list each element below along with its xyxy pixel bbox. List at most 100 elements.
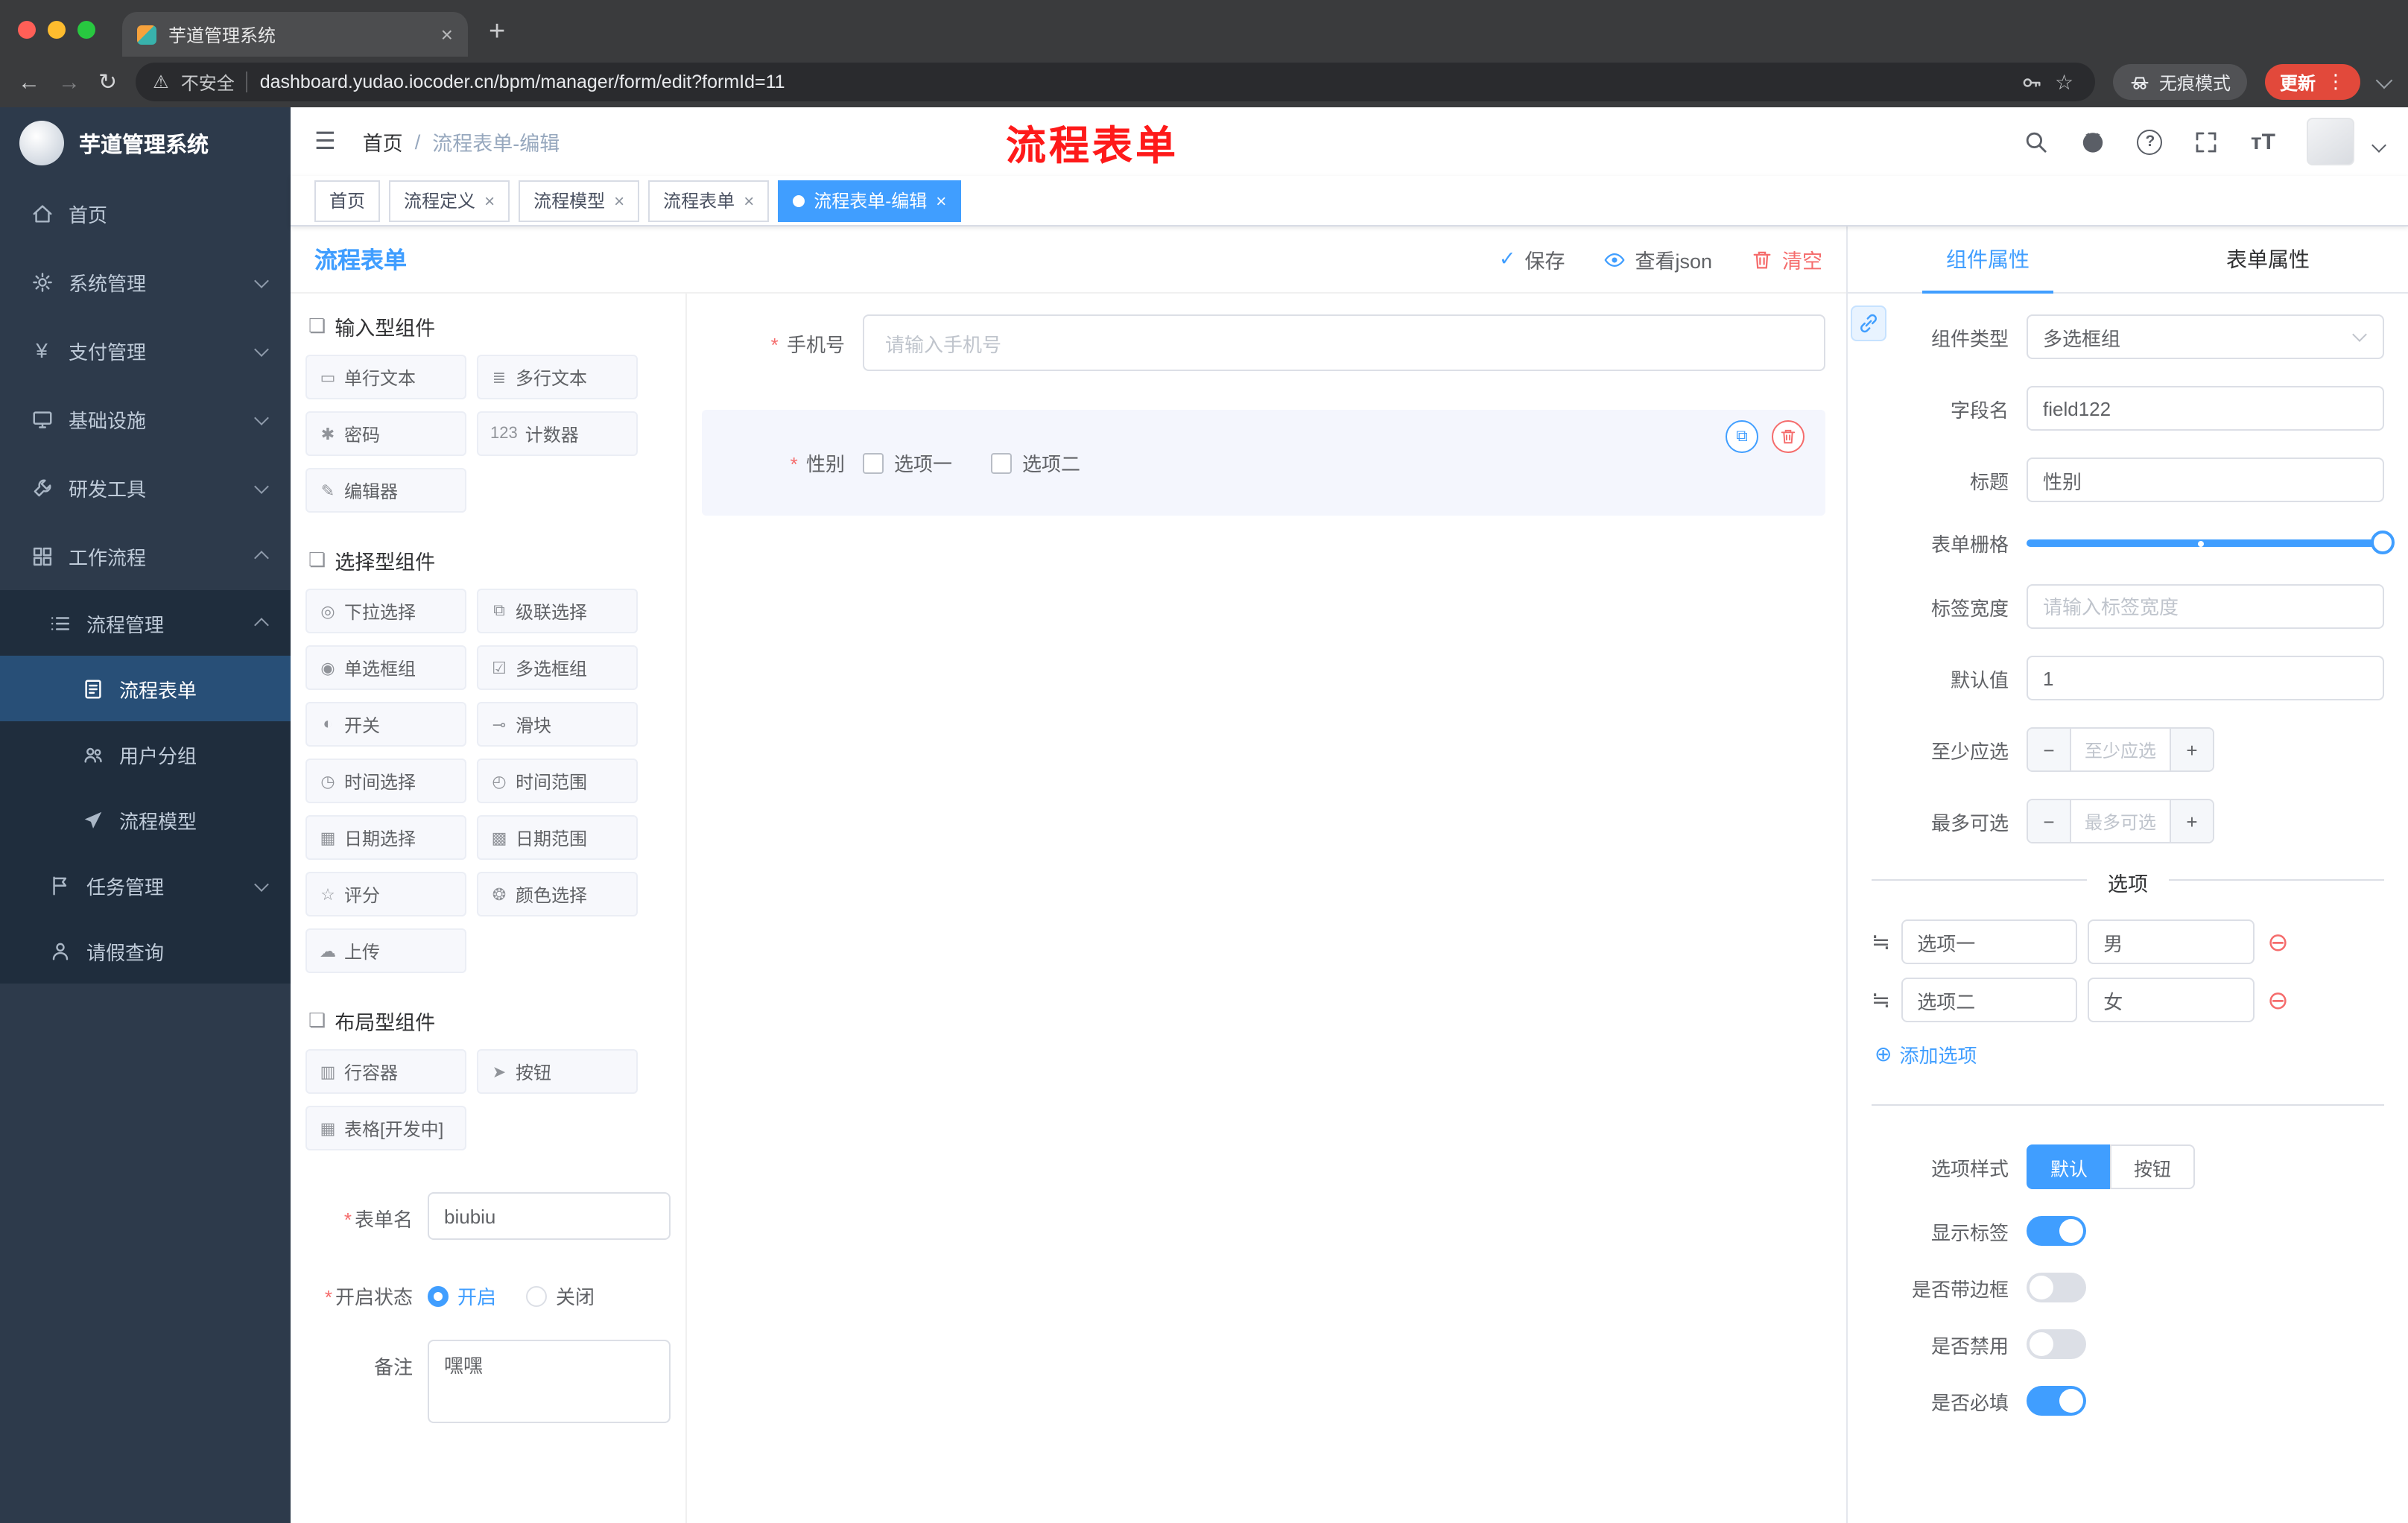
component-item[interactable]: 123 计数器 <box>477 411 638 456</box>
form-name-input[interactable] <box>428 1192 671 1240</box>
option-value-input[interactable] <box>2087 919 2255 964</box>
show-label-switch[interactable] <box>2027 1216 2086 1246</box>
menu-fold-icon[interactable]: ☰ <box>314 127 336 156</box>
copy-icon[interactable]: ⧉ <box>1726 420 1758 453</box>
browser-menu-icon[interactable]: ⋮ <box>2326 70 2345 94</box>
component-item[interactable]: ▩ 日期范围 <box>477 815 638 860</box>
save-button[interactable]: ✓ 保存 <box>1499 244 1565 274</box>
sidebar-item-user-group[interactable]: 用户分组 <box>0 721 291 787</box>
component-type-select[interactable]: 多选框组 <box>2027 314 2384 359</box>
password-key-icon[interactable] <box>2021 71 2043 93</box>
view-json-button[interactable]: 查看json <box>1603 244 1712 274</box>
stepper-placeholder[interactable]: 最多可选 <box>2071 800 2170 842</box>
remove-option-icon[interactable]: ⊖ <box>2267 929 2289 954</box>
component-item[interactable]: ➤ 按钮 <box>477 1049 638 1094</box>
window-zoom-button[interactable] <box>77 21 95 39</box>
plus-button[interactable]: + <box>2170 729 2213 770</box>
tag-process-form-edit[interactable]: 流程表单-编辑 × <box>778 180 962 221</box>
tab-component-props[interactable]: 组件属性 <box>1848 227 2128 292</box>
checkbox-option-1[interactable]: 选项一 <box>863 449 952 477</box>
component-item[interactable]: ▦ 表格[开发中] <box>305 1106 466 1150</box>
component-item[interactable]: ▭ 单行文本 <box>305 355 466 399</box>
add-option-button[interactable]: ⊕ 添加选项 <box>1875 1040 2384 1068</box>
github-icon[interactable] <box>2081 129 2106 154</box>
tab-form-props[interactable]: 表单属性 <box>2128 227 2408 292</box>
sidebar-item-process-form[interactable]: 流程表单 <box>0 656 291 721</box>
component-item[interactable]: ◐ 开关 <box>305 702 466 747</box>
forward-icon[interactable]: → <box>58 71 80 93</box>
sidebar-item-task-management[interactable]: 任务管理 <box>0 852 291 918</box>
option-value-input[interactable] <box>2087 978 2255 1022</box>
style-button-button[interactable]: 按钮 <box>2110 1144 2196 1189</box>
drag-handle-icon[interactable]: ≒ <box>1872 928 1890 955</box>
component-item[interactable]: ❂ 颜色选择 <box>477 872 638 916</box>
component-item[interactable]: ◷ 时间选择 <box>305 759 466 803</box>
minus-button[interactable]: − <box>2028 800 2071 842</box>
tag-process-definition[interactable]: 流程定义 × <box>389 180 510 221</box>
component-item[interactable]: ◴ 时间范围 <box>477 759 638 803</box>
canvas-field-phone[interactable]: * 手机号 请输入手机号 <box>702 314 1825 371</box>
form-grid-slider[interactable] <box>2027 531 2395 555</box>
clear-button[interactable]: 清空 <box>1751 244 1822 274</box>
remove-option-icon[interactable]: ⊖ <box>2267 987 2289 1013</box>
tag-close-icon[interactable]: × <box>614 191 624 209</box>
fullscreen-icon[interactable] <box>2194 129 2220 154</box>
sidebar-item-system-management[interactable]: 系统管理 <box>0 247 291 316</box>
disabled-switch[interactable] <box>2027 1329 2086 1359</box>
component-item[interactable]: ≣ 多行文本 <box>477 355 638 399</box>
component-item[interactable]: ☁ 上传 <box>305 928 466 973</box>
option-label-input[interactable] <box>1901 919 2077 964</box>
radio-status-off[interactable]: 关闭 <box>526 1282 595 1310</box>
app-logo[interactable]: 芋道管理系统 <box>0 107 291 179</box>
required-switch[interactable] <box>2027 1386 2086 1416</box>
component-item[interactable]: ✱ 密码 <box>305 411 466 456</box>
back-icon[interactable]: ← <box>18 71 40 93</box>
breadcrumb-home[interactable]: 首页 <box>363 127 403 156</box>
default-value-input[interactable] <box>2027 656 2384 700</box>
reload-icon[interactable]: ↻ <box>98 71 117 93</box>
plus-button[interactable]: + <box>2170 800 2213 842</box>
component-item[interactable]: ▥ 行容器 <box>305 1049 466 1094</box>
drag-handle-icon[interactable]: ≒ <box>1872 987 1890 1013</box>
selected-widget-gender[interactable]: ⧉ * 性别 选项一 选项二 <box>702 410 1825 516</box>
font-size-icon[interactable]: тT <box>2251 129 2275 154</box>
tag-process-form[interactable]: 流程表单 × <box>648 180 770 221</box>
user-avatar[interactable] <box>2307 118 2354 165</box>
tag-close-icon[interactable]: × <box>484 191 495 209</box>
window-minimize-button[interactable] <box>48 21 66 39</box>
sidebar-item-infrastructure[interactable]: 基础设施 <box>0 384 291 453</box>
radio-status-on[interactable]: 开启 <box>428 1282 496 1310</box>
link-icon[interactable] <box>1851 305 1886 341</box>
window-close-button[interactable] <box>18 21 36 39</box>
chevron-down-icon[interactable] <box>2375 71 2393 89</box>
component-item[interactable]: ⧉ 级联选择 <box>477 589 638 633</box>
component-item[interactable]: ⊸ 滑块 <box>477 702 638 747</box>
sidebar-item-payment-management[interactable]: ¥ 支付管理 <box>0 316 291 384</box>
sidebar-item-home[interactable]: 首页 <box>0 179 291 247</box>
field-name-input[interactable] <box>2027 386 2384 431</box>
component-item[interactable]: ☆ 评分 <box>305 872 466 916</box>
help-icon[interactable]: ? <box>2137 129 2163 154</box>
slider-handle[interactable] <box>2371 531 2395 554</box>
new-tab-button[interactable]: + <box>489 16 505 49</box>
browser-tab[interactable]: 芋道管理系统 × <box>122 12 468 57</box>
sidebar-item-leave-query[interactable]: 请假查询 <box>0 918 291 984</box>
label-width-input[interactable] <box>2027 584 2384 629</box>
bookmark-star-icon[interactable]: ☆ <box>2055 71 2077 93</box>
sidebar-item-dev-tools[interactable]: 研发工具 <box>0 453 291 522</box>
component-item[interactable]: ◉ 单选框组 <box>305 645 466 690</box>
tag-close-icon[interactable]: × <box>936 191 946 209</box>
phone-input[interactable]: 请输入手机号 <box>863 314 1825 371</box>
tab-close-icon[interactable]: × <box>441 24 453 45</box>
url-field[interactable]: ⚠ 不安全 dashboard.yudao.iocoder.cn/bpm/man… <box>135 63 2095 101</box>
minus-button[interactable]: − <box>2028 729 2071 770</box>
tag-close-icon[interactable]: × <box>744 191 754 209</box>
browser-update-button[interactable]: 更新 ⋮ <box>2264 64 2360 100</box>
tag-home[interactable]: 首页 <box>314 180 381 221</box>
sidebar-item-process-management[interactable]: 流程管理 <box>0 590 291 656</box>
component-item[interactable]: ◎ 下拉选择 <box>305 589 466 633</box>
component-item[interactable]: ▦ 日期选择 <box>305 815 466 860</box>
sidebar-item-process-model[interactable]: 流程模型 <box>0 787 291 852</box>
delete-icon[interactable] <box>1772 420 1805 453</box>
checkbox-option-2[interactable]: 选项二 <box>991 449 1080 477</box>
